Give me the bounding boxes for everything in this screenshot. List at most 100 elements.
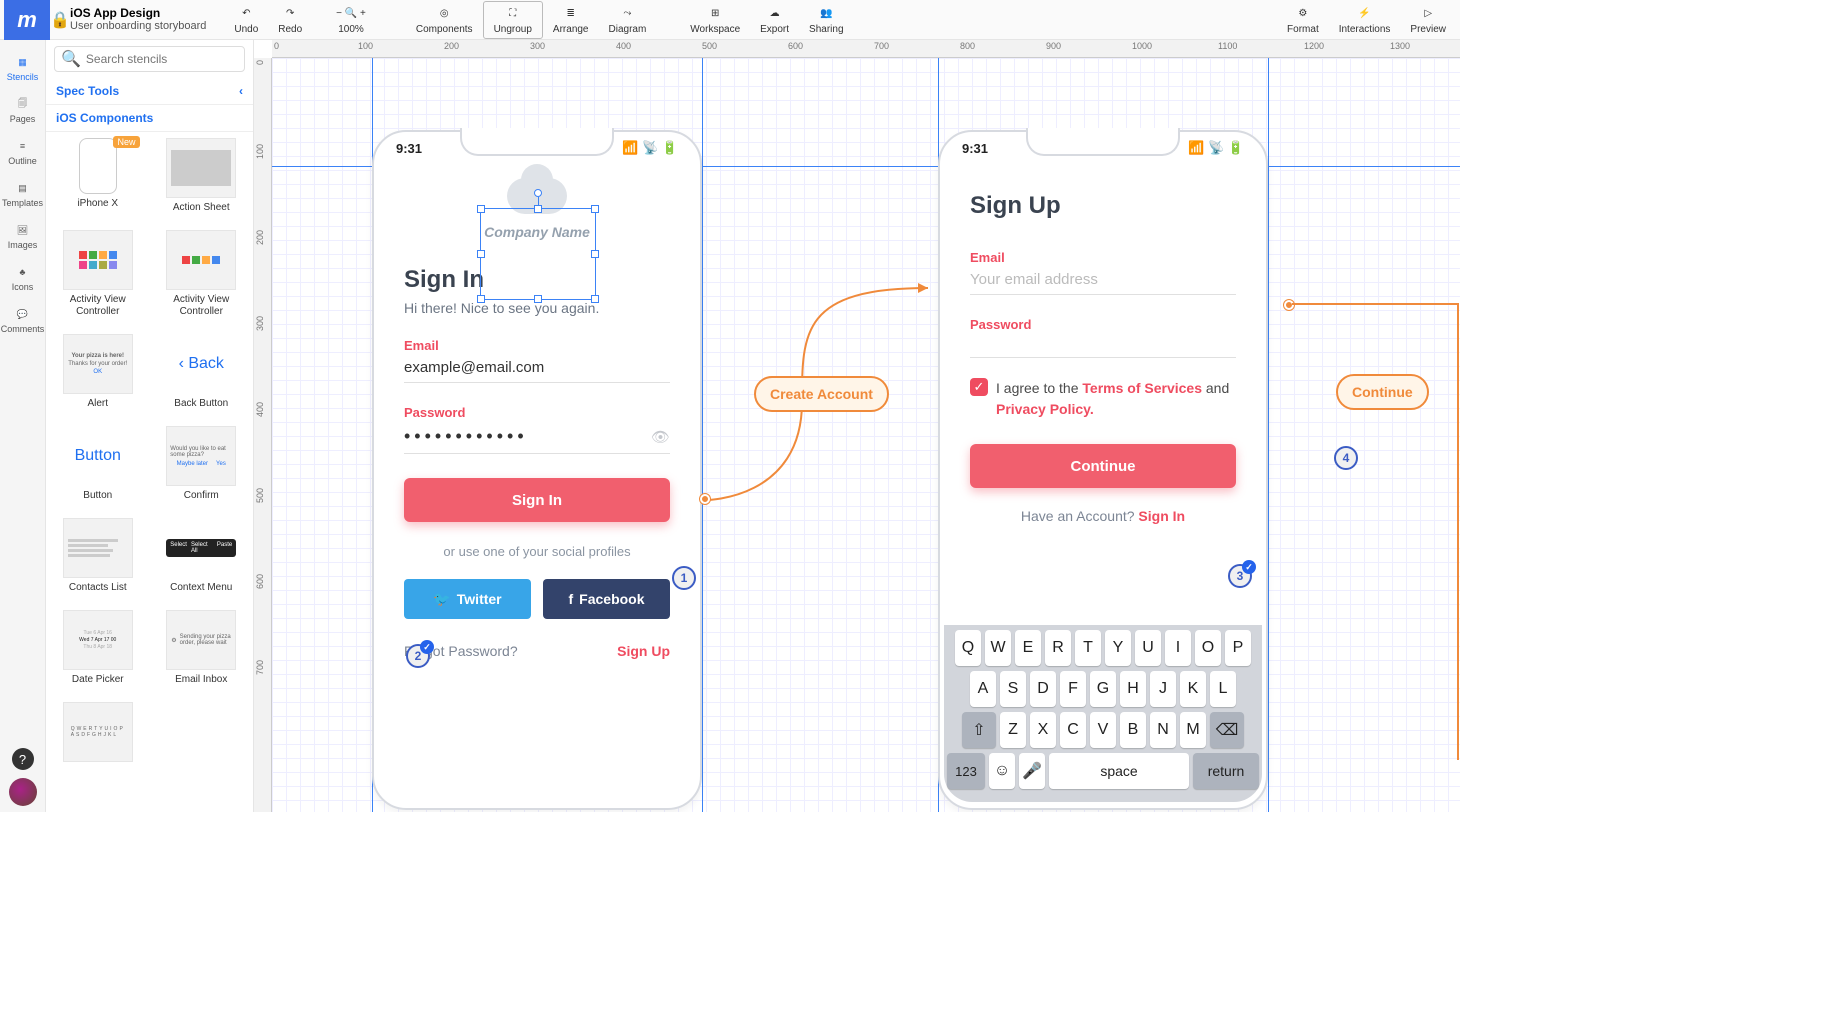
key[interactable]: K [1180,671,1206,707]
help-icon[interactable]: ? [12,748,34,770]
diagram-button[interactable]: ⤳Diagram [599,1,657,39]
email-field[interactable]: Your email address [970,265,1236,295]
resize-handle[interactable] [477,250,485,258]
stencil-avc2[interactable]: Activity View Controller [150,224,254,328]
key[interactable]: N [1150,712,1176,748]
signup-link[interactable]: Sign Up [617,643,670,659]
key[interactable]: Y [1105,630,1131,666]
resize-handle[interactable] [534,205,542,213]
preview-button[interactable]: ▷Preview [1400,1,1456,39]
password-field[interactable]: •••••••••••• 👁 [404,420,670,454]
key[interactable]: U [1135,630,1161,666]
ruler-horizontal[interactable]: 0100200300400500600700800900100011001200… [272,40,1460,58]
key[interactable]: J [1150,671,1176,707]
stencil-emailinbox[interactable]: ⚙Sending your pizza order, please waitEm… [150,604,254,696]
stencil-contacts[interactable]: Contacts List [46,512,150,604]
ungroup-button[interactable]: ⛶Ungroup [483,1,543,39]
key[interactable]: S [1000,671,1026,707]
key[interactable]: O [1195,630,1221,666]
return-key[interactable]: return [1193,753,1259,789]
key[interactable]: A [970,671,996,707]
sharing-button[interactable]: 👥Sharing [799,1,853,39]
privacy-link[interactable]: Privacy Policy. [996,401,1094,417]
user-avatar[interactable] [9,778,37,806]
rotate-handle[interactable] [534,189,542,197]
lock-icon[interactable]: 🔒 [50,10,70,30]
key[interactable]: D [1030,671,1056,707]
section-spec-tools[interactable]: Spec Tools‹ [46,78,253,105]
components-button[interactable]: ◎Components [406,1,483,39]
flow-label-create-account[interactable]: Create Account [754,376,889,412]
stencil-keyboard[interactable]: QWERTYUIOPASDFGHJKL [46,696,150,768]
key[interactable]: V [1090,712,1116,748]
stencil-datepicker[interactable]: Tue 6 Apr 16Wed 7 Apr 17 00Thu 8 Apr 18D… [46,604,150,696]
export-button[interactable]: ☁Export [750,1,799,39]
resize-handle[interactable] [591,295,599,303]
rail-icons[interactable]: ♣Icons [0,256,46,298]
key[interactable]: F [1060,671,1086,707]
key[interactable]: P [1225,630,1251,666]
key[interactable]: B [1120,712,1146,748]
guide-v[interactable] [1268,58,1269,812]
interactions-button[interactable]: ⚡Interactions [1329,1,1401,39]
key[interactable]: Q [955,630,981,666]
stencil-backbutton[interactable]: ‹ BackBack Button [150,328,254,420]
zoom-control[interactable]: − 🔍 +100% [326,1,376,39]
resize-handle[interactable] [477,295,485,303]
backspace-key[interactable]: ⌫ [1210,712,1244,748]
comment-3[interactable]: 3✓ [1228,564,1252,588]
resize-handle[interactable] [534,295,542,303]
stencil-contextmenu[interactable]: SelectSelect AllPasteContext Menu [150,512,254,604]
app-logo[interactable]: m [4,0,50,40]
key[interactable]: I [1165,630,1191,666]
space-key[interactable]: space [1049,753,1189,789]
key[interactable]: W [985,630,1011,666]
workspace-button[interactable]: ⊞Workspace [680,1,750,39]
key[interactable]: L [1210,671,1236,707]
key[interactable]: T [1075,630,1101,666]
email-field[interactable]: example@email.com [404,353,670,383]
undo-button[interactable]: ↶Undo [224,1,268,39]
ruler-vertical[interactable]: 0100200300400500600700 [254,58,272,812]
mic-key[interactable]: 🎤 [1019,753,1045,789]
checkbox-icon[interactable]: ✓ [970,378,988,396]
key[interactable]: E [1015,630,1041,666]
flow-start-dot[interactable] [700,494,710,504]
stencil-button[interactable]: ButtonButton [46,420,150,512]
agree-row[interactable]: ✓ I agree to the Terms of Services and P… [970,378,1236,420]
selection-box[interactable] [480,208,596,300]
key[interactable]: M [1180,712,1206,748]
mockup-signup[interactable]: 9:31 📶 📡 🔋 Sign Up Email Your email addr… [938,130,1268,810]
key[interactable]: C [1060,712,1086,748]
key[interactable]: R [1045,630,1071,666]
search-input[interactable] [86,52,241,66]
key[interactable]: H [1120,671,1146,707]
stencil-actionsheet[interactable]: Action Sheet [150,132,254,224]
arrange-button[interactable]: ≣Arrange [543,1,599,39]
twitter-button[interactable]: 🐦Twitter [404,579,531,619]
resize-handle[interactable] [591,205,599,213]
section-ios-components[interactable]: iOS Components [46,105,253,132]
signin-link[interactable]: Sign In [1138,508,1185,524]
stencil-avc1[interactable]: Activity View Controller [46,224,150,328]
flow-label-continue[interactable]: Continue [1336,374,1429,410]
comment-1[interactable]: 1 [672,566,696,590]
key[interactable]: G [1090,671,1116,707]
onscreen-keyboard[interactable]: QWERTYUIOP ASDFGHJKL ⇧ ZXCVBNM ⌫ 123 ☺ 🎤 [944,625,1262,802]
redo-button[interactable]: ↷Redo [268,1,312,39]
search-stencils[interactable]: 🔍 [54,46,245,72]
rail-comments[interactable]: 💬Comments [0,298,46,340]
rail-templates[interactable]: ▤Templates [0,172,46,214]
rail-pages[interactable]: 🗐Pages [0,88,46,130]
continue-button[interactable]: Continue [970,444,1236,488]
canvas[interactable]: 9:31 📶 📡 🔋 Company Name Sign In Hi there… [272,58,1460,812]
facebook-button[interactable]: fFacebook [543,579,670,619]
resize-handle[interactable] [477,205,485,213]
stencil-iphonex[interactable]: NewiPhone X [46,132,150,224]
key[interactable]: Z [1000,712,1026,748]
tos-link[interactable]: Terms of Services [1082,380,1202,396]
eye-icon[interactable]: 👁 [651,428,670,446]
shift-key[interactable]: ⇧ [962,712,996,748]
signin-button[interactable]: Sign In [404,478,670,522]
password-field[interactable] [970,332,1236,358]
